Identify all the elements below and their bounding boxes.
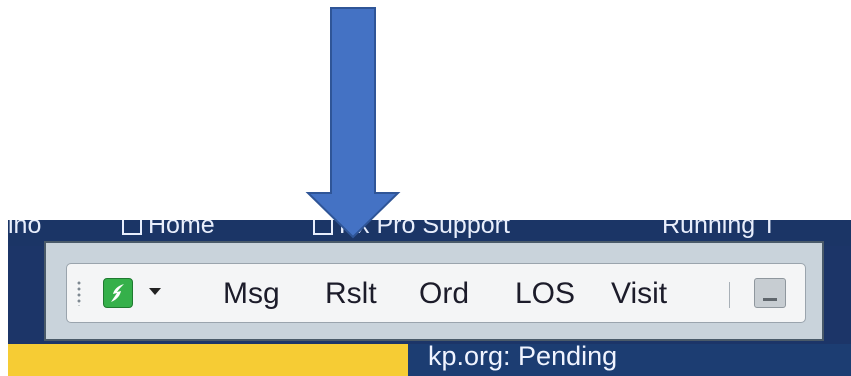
lightning-f-icon (111, 284, 124, 302)
visit-button[interactable]: Visit (611, 274, 667, 314)
los-button[interactable]: LOS (515, 274, 575, 314)
taskbar-item-rx-support[interactable]: Rx Pro Support (313, 220, 510, 238)
msg-button[interactable]: Msg (223, 274, 280, 314)
support-icon (313, 220, 333, 235)
toolbar-separator (729, 282, 730, 308)
floating-toolbar-panel: Msg Rslt Ord LOS Visit (44, 241, 824, 341)
taskbar-item-rx-support-label: Rx Pro Support (339, 220, 510, 239)
taskbar-item-ino[interactable]: ino (8, 220, 41, 238)
home-icon (122, 220, 142, 235)
taskbar-item-running[interactable]: Running T (662, 220, 777, 238)
toolbar: Msg Rslt Ord LOS Visit (66, 263, 806, 323)
drag-grip-handle[interactable] (77, 280, 81, 306)
ord-button[interactable]: Ord (419, 274, 469, 314)
yellow-status-area (8, 344, 408, 376)
app-launcher-icon[interactable] (103, 278, 133, 308)
status-text: kp.org: Pending (428, 344, 618, 371)
rslt-button[interactable]: Rslt (325, 274, 377, 314)
taskbar-item-home-label: Home (148, 220, 215, 239)
taskbar-item-home[interactable]: Home (122, 220, 215, 238)
minimize-button[interactable] (754, 278, 786, 308)
blue-status-area: kp.org: Pending (408, 344, 851, 376)
dropdown-arrow-icon[interactable] (149, 288, 161, 295)
